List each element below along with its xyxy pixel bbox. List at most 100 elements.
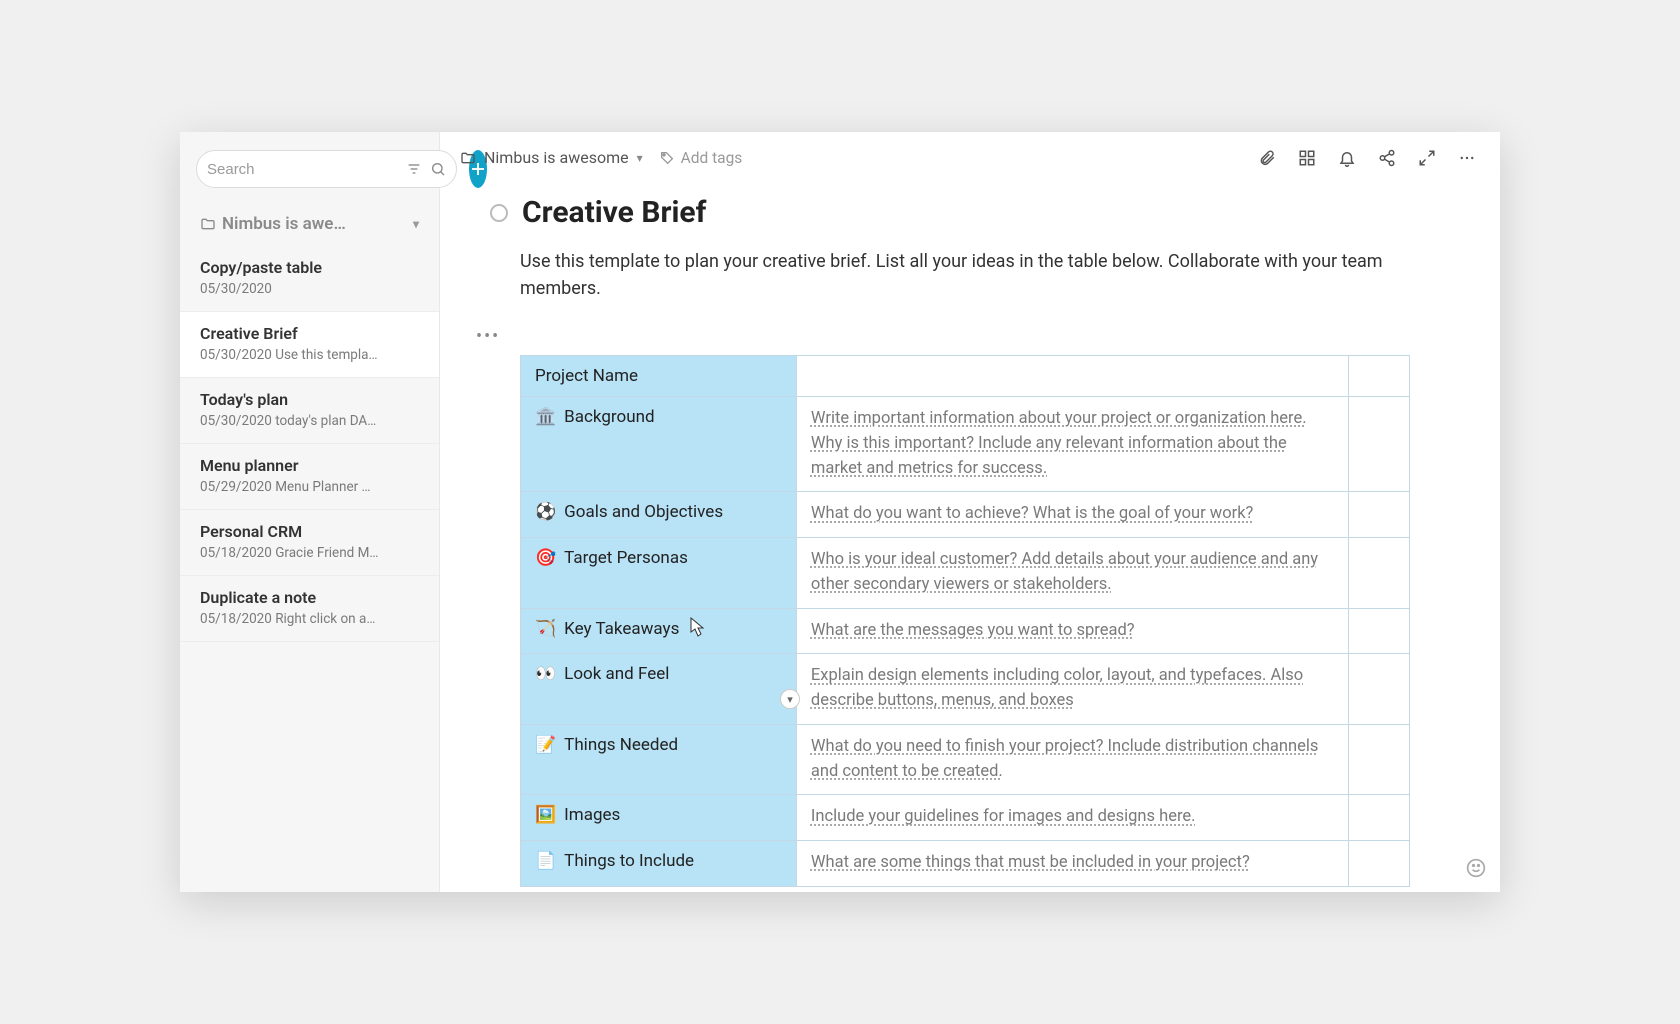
add-tags-label: Add tags — [681, 149, 743, 167]
note-item[interactable]: Creative Brief 05/30/2020 Use this templ… — [180, 312, 439, 378]
sidebar-top — [180, 132, 439, 196]
table-cell[interactable] — [1348, 654, 1409, 725]
folder-name: Nimbus is awe… — [222, 214, 407, 234]
table-row: 🏹Key Takeaways What are the messages you… — [521, 608, 1410, 654]
table-cell[interactable] — [796, 356, 1348, 397]
app-window: Nimbus is awe… ▾ Copy/paste table 05/30/… — [180, 132, 1500, 892]
table-cell[interactable] — [1348, 492, 1409, 538]
table-label-cell[interactable]: 🎯Target Personas — [521, 538, 797, 609]
table-value-cell[interactable]: Explain design elements including color,… — [796, 654, 1348, 725]
table-label-cell[interactable]: 👀Look and Feel — [521, 654, 797, 725]
tag-icon — [659, 150, 675, 166]
note-date: 05/30/2020 — [200, 413, 272, 429]
sidebar: Nimbus is awe… ▾ Copy/paste table 05/30/… — [180, 132, 440, 892]
share-icon[interactable] — [1378, 149, 1396, 167]
chevron-down-icon[interactable]: ▾ — [413, 217, 419, 231]
note-date: 05/18/2020 — [200, 611, 272, 627]
doc-description[interactable]: Use this template to plan your creative … — [520, 248, 1400, 302]
note-preview: Gracie Friend M… — [275, 545, 378, 561]
content-area: Creative Brief Use this template to plan… — [440, 175, 1500, 892]
table-row: 🖼️Images Include your guidelines for ima… — [521, 795, 1410, 841]
note-item[interactable]: Duplicate a note 05/18/2020 Right click … — [180, 576, 439, 642]
table-row: 📄Things to Include What are some things … — [521, 841, 1410, 887]
table-cell[interactable] — [1348, 724, 1409, 795]
note-item[interactable]: Today's plan 05/30/2020 today's plan DA… — [180, 378, 439, 444]
row-icon: ⚽ — [535, 502, 556, 522]
note-list: Copy/paste table 05/30/2020 Creative Bri… — [180, 240, 439, 648]
table-cell[interactable] — [1348, 608, 1409, 654]
table-cell[interactable] — [1348, 356, 1409, 397]
doc-title[interactable]: Creative Brief — [522, 195, 706, 230]
note-title: Copy/paste table — [200, 258, 419, 277]
note-item[interactable]: Menu planner 05/29/2020 Menu Planner … — [180, 444, 439, 510]
table-cell[interactable] — [1348, 795, 1409, 841]
attachment-icon[interactable] — [1258, 149, 1276, 167]
row-expand-icon[interactable]: ▾ — [780, 689, 800, 709]
folder-icon — [200, 216, 216, 232]
table-row: Project Name — [521, 356, 1410, 397]
breadcrumb-label: Nimbus is awesome — [484, 148, 629, 167]
table-cell[interactable] — [1348, 538, 1409, 609]
note-item[interactable]: Personal CRM 05/18/2020 Gracie Friend M… — [180, 510, 439, 576]
row-icon: 🖼️ — [535, 805, 556, 825]
table-row: 📝Things Needed What do you need to finis… — [521, 724, 1410, 795]
folder-header[interactable]: Nimbus is awe… ▾ — [180, 196, 439, 240]
table-label-cell[interactable]: ⚽Goals and Objectives — [521, 492, 797, 538]
table-value-cell[interactable]: What are the messages you want to spread… — [796, 608, 1348, 654]
table-row: 🏛️Background Write important information… — [521, 397, 1410, 492]
note-date: 05/18/2020 — [200, 545, 272, 561]
block-handle-icon[interactable]: ••• — [476, 326, 1462, 347]
table-cell[interactable] — [1348, 841, 1409, 887]
search-input[interactable] — [207, 161, 406, 178]
emoji-picker-icon[interactable] — [1466, 858, 1486, 878]
table-header-cell[interactable]: Project Name — [521, 356, 797, 397]
main-area: Nimbus is awesome ▾ Add tags — [440, 132, 1500, 892]
row-icon: 📝 — [535, 735, 556, 755]
table-row: 🎯Target Personas Who is your ideal custo… — [521, 538, 1410, 609]
note-date: 05/30/2020 — [200, 347, 272, 363]
table-cell[interactable] — [1348, 397, 1409, 492]
table-value-cell[interactable]: Write important information about your p… — [796, 397, 1348, 492]
note-preview: Menu Planner … — [275, 479, 370, 495]
table-label-cell[interactable]: 📝Things Needed — [521, 724, 797, 795]
table-value-cell[interactable]: What do you need to finish your project?… — [796, 724, 1348, 795]
search-box[interactable] — [196, 150, 457, 188]
note-title: Menu planner — [200, 456, 419, 475]
note-title: Duplicate a note — [200, 588, 419, 607]
note-date: 05/29/2020 — [200, 479, 272, 495]
row-icon: 🏛️ — [535, 407, 556, 427]
note-preview: Use this templa… — [275, 347, 377, 363]
add-tags-button[interactable]: Add tags — [659, 149, 743, 167]
table-label-cell[interactable]: 📄Things to Include — [521, 841, 797, 887]
table-row: ⚽Goals and Objectives What do you want t… — [521, 492, 1410, 538]
table-value-cell[interactable]: What are some things that must be includ… — [796, 841, 1348, 887]
note-preview: today's plan DA… — [275, 413, 376, 429]
note-title: Today's plan — [200, 390, 419, 409]
table-value-cell[interactable]: What do you want to achieve? What is the… — [796, 492, 1348, 538]
brief-table[interactable]: Project Name 🏛️Background Write importan… — [520, 355, 1410, 887]
breadcrumb[interactable]: Nimbus is awesome ▾ — [460, 148, 643, 167]
bell-icon[interactable] — [1338, 149, 1356, 167]
more-icon[interactable] — [1458, 149, 1476, 167]
row-icon: 👀 — [535, 664, 556, 684]
table-label-cell[interactable]: 🏹Key Takeaways — [521, 608, 797, 654]
note-title: Creative Brief — [200, 324, 419, 343]
table-label-cell[interactable]: 🖼️Images — [521, 795, 797, 841]
expand-icon[interactable] — [1418, 149, 1436, 167]
row-icon: 📄 — [535, 851, 556, 871]
topbar: Nimbus is awesome ▾ Add tags — [440, 132, 1500, 175]
note-title: Personal CRM — [200, 522, 419, 541]
note-item[interactable]: Copy/paste table 05/30/2020 — [180, 246, 439, 312]
filter-icon[interactable] — [406, 161, 422, 177]
folder-icon — [460, 150, 476, 166]
table-value-cell[interactable]: Include your guidelines for images and d… — [796, 795, 1348, 841]
apps-icon[interactable] — [1298, 149, 1316, 167]
chevron-down-icon: ▾ — [637, 151, 643, 165]
row-icon: 🎯 — [535, 548, 556, 568]
topbar-actions — [1258, 149, 1476, 167]
table-row: 👀Look and Feel Explain design elements i… — [521, 654, 1410, 725]
note-date: 05/30/2020 — [200, 281, 272, 297]
table-value-cell[interactable]: Who is your ideal customer? Add details … — [796, 538, 1348, 609]
title-bullet-icon — [490, 204, 508, 222]
table-label-cell[interactable]: 🏛️Background — [521, 397, 797, 492]
